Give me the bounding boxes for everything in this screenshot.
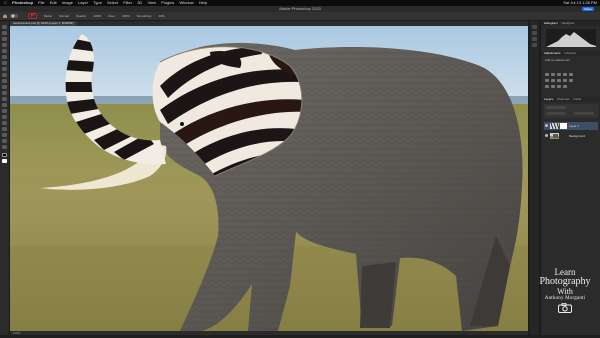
clone-stamp-tool-icon[interactable] [2,79,7,83]
eraser-tool-icon[interactable] [2,91,7,95]
tab-channels[interactable]: Channels [557,97,570,101]
watermark: Learn Photography With Anthony Morganti [531,268,599,313]
move-tool-icon[interactable] [2,25,7,29]
options-bar: P Mode: Normal Opacity: 100% Flow: 100% … [0,12,600,21]
tab-navigator[interactable]: Navigator [562,21,575,25]
properties-panel-icon[interactable] [532,31,537,35]
opacity-label: Opacity: [75,14,87,18]
quick-select-tool-icon[interactable] [2,43,7,47]
tab-histogram[interactable]: Histogram [544,21,558,25]
canvas[interactable] [10,26,528,331]
lasso-tool-icon[interactable] [2,37,7,41]
visibility-eye-icon[interactable] [545,124,548,127]
layer-controls [544,104,598,118]
adjustment-icons-row-3 [545,75,569,88]
gradient-map-icon[interactable] [563,85,567,88]
history-panel-icon[interactable] [532,25,537,29]
layers-panel-tabs: Layers Channels Paths [541,97,600,102]
posterize-icon[interactable] [551,85,555,88]
layer-name: Background [569,134,586,138]
histogram-graph [546,29,596,47]
flow-label: Flow: [108,14,116,18]
adjustments-label: Add an adjustment [545,58,571,62]
marquee-tool-icon[interactable] [2,31,7,35]
smoothing-label: Smoothing: [136,14,152,18]
tab-layers[interactable]: Layers [544,97,553,101]
watermark-line-name: Anthony Morganti [544,296,586,301]
channel-mixer-icon[interactable] [569,79,573,82]
tab-paths[interactable]: Paths [573,97,581,101]
history-brush-tool-icon[interactable] [2,85,7,89]
blend-mode-select[interactable] [546,112,566,115]
flow-input[interactable]: 100% [122,14,130,18]
blur-tool-icon[interactable] [2,103,7,107]
smoothing-input[interactable]: 10% [159,14,165,18]
zoom-tool-icon[interactable] [2,145,7,149]
threshold-icon[interactable] [557,85,561,88]
dodge-tool-icon[interactable] [2,109,7,113]
rectangle-tool-icon[interactable] [2,133,7,137]
eyedropper-tool-icon[interactable] [2,61,7,65]
camera-icon [558,303,572,313]
adjustment-icons-row-2 [545,69,575,82]
invert-icon[interactable] [545,85,549,88]
watermark-line-photography: Photography [539,276,591,287]
color-balance-icon[interactable] [551,79,555,82]
ps-logo-icon: P [28,13,37,19]
histogram-panel-tabs: Histogram Navigator [541,21,600,26]
pen-tool-icon[interactable] [2,115,7,119]
background-color-swatch[interactable] [2,159,7,163]
layer-kind-filter[interactable] [546,106,566,109]
photo-filter-icon[interactable] [563,79,567,82]
share-button[interactable]: Share [582,7,594,11]
brush-options: Mode: Normal Opacity: 100% Flow: 100% Sm… [44,12,171,20]
layer1-thumbnail [550,123,559,129]
type-tool-icon[interactable] [2,121,7,125]
hand-tool-icon[interactable] [2,139,7,143]
adjustments-panel-tabs: Adjustments Libraries [541,51,600,56]
tools-panel [0,21,10,335]
brushes-panel-icon[interactable] [532,43,537,47]
tab-adjustments[interactable]: Adjustments [544,51,561,55]
path-select-tool-icon[interactable] [2,127,7,131]
crop-tool-icon[interactable] [2,49,7,53]
healing-brush-tool-icon[interactable] [2,67,7,71]
layer-name: Layer 1 [569,124,580,128]
mode-label: Mode: [44,14,53,18]
layer-row-layer1[interactable]: Layer 1 [544,122,598,130]
layer1-mask-thumbnail[interactable] [560,123,567,129]
mode-select[interactable]: Normal [59,14,69,18]
elephant-zebra-image [10,26,528,331]
background-thumbnail [550,133,559,139]
brush-tool-preset-icon[interactable] [10,13,20,19]
layer-row-background[interactable]: Background [544,132,598,140]
adjustment-icons-row-1 [545,63,575,76]
zoom-level[interactable]: 100% [13,331,21,335]
foreground-color-swatch[interactable] [2,153,7,157]
status-bar: 100% [10,331,528,335]
hue-saturation-icon[interactable] [545,79,549,82]
frame-tool-icon[interactable] [2,55,7,59]
gradient-tool-icon[interactable] [2,97,7,101]
vibrance-icon[interactable] [569,73,573,76]
brush-tool-icon[interactable] [2,73,7,77]
home-icon[interactable] [3,14,7,18]
watermark-line-with: With [557,287,573,296]
opacity-field[interactable] [574,112,594,115]
black-white-icon[interactable] [557,79,561,82]
swatches-panel-icon[interactable] [532,37,537,41]
opacity-input[interactable]: 100% [94,14,102,18]
visibility-eye-icon[interactable] [545,134,548,137]
tab-libraries[interactable]: Libraries [564,51,576,55]
